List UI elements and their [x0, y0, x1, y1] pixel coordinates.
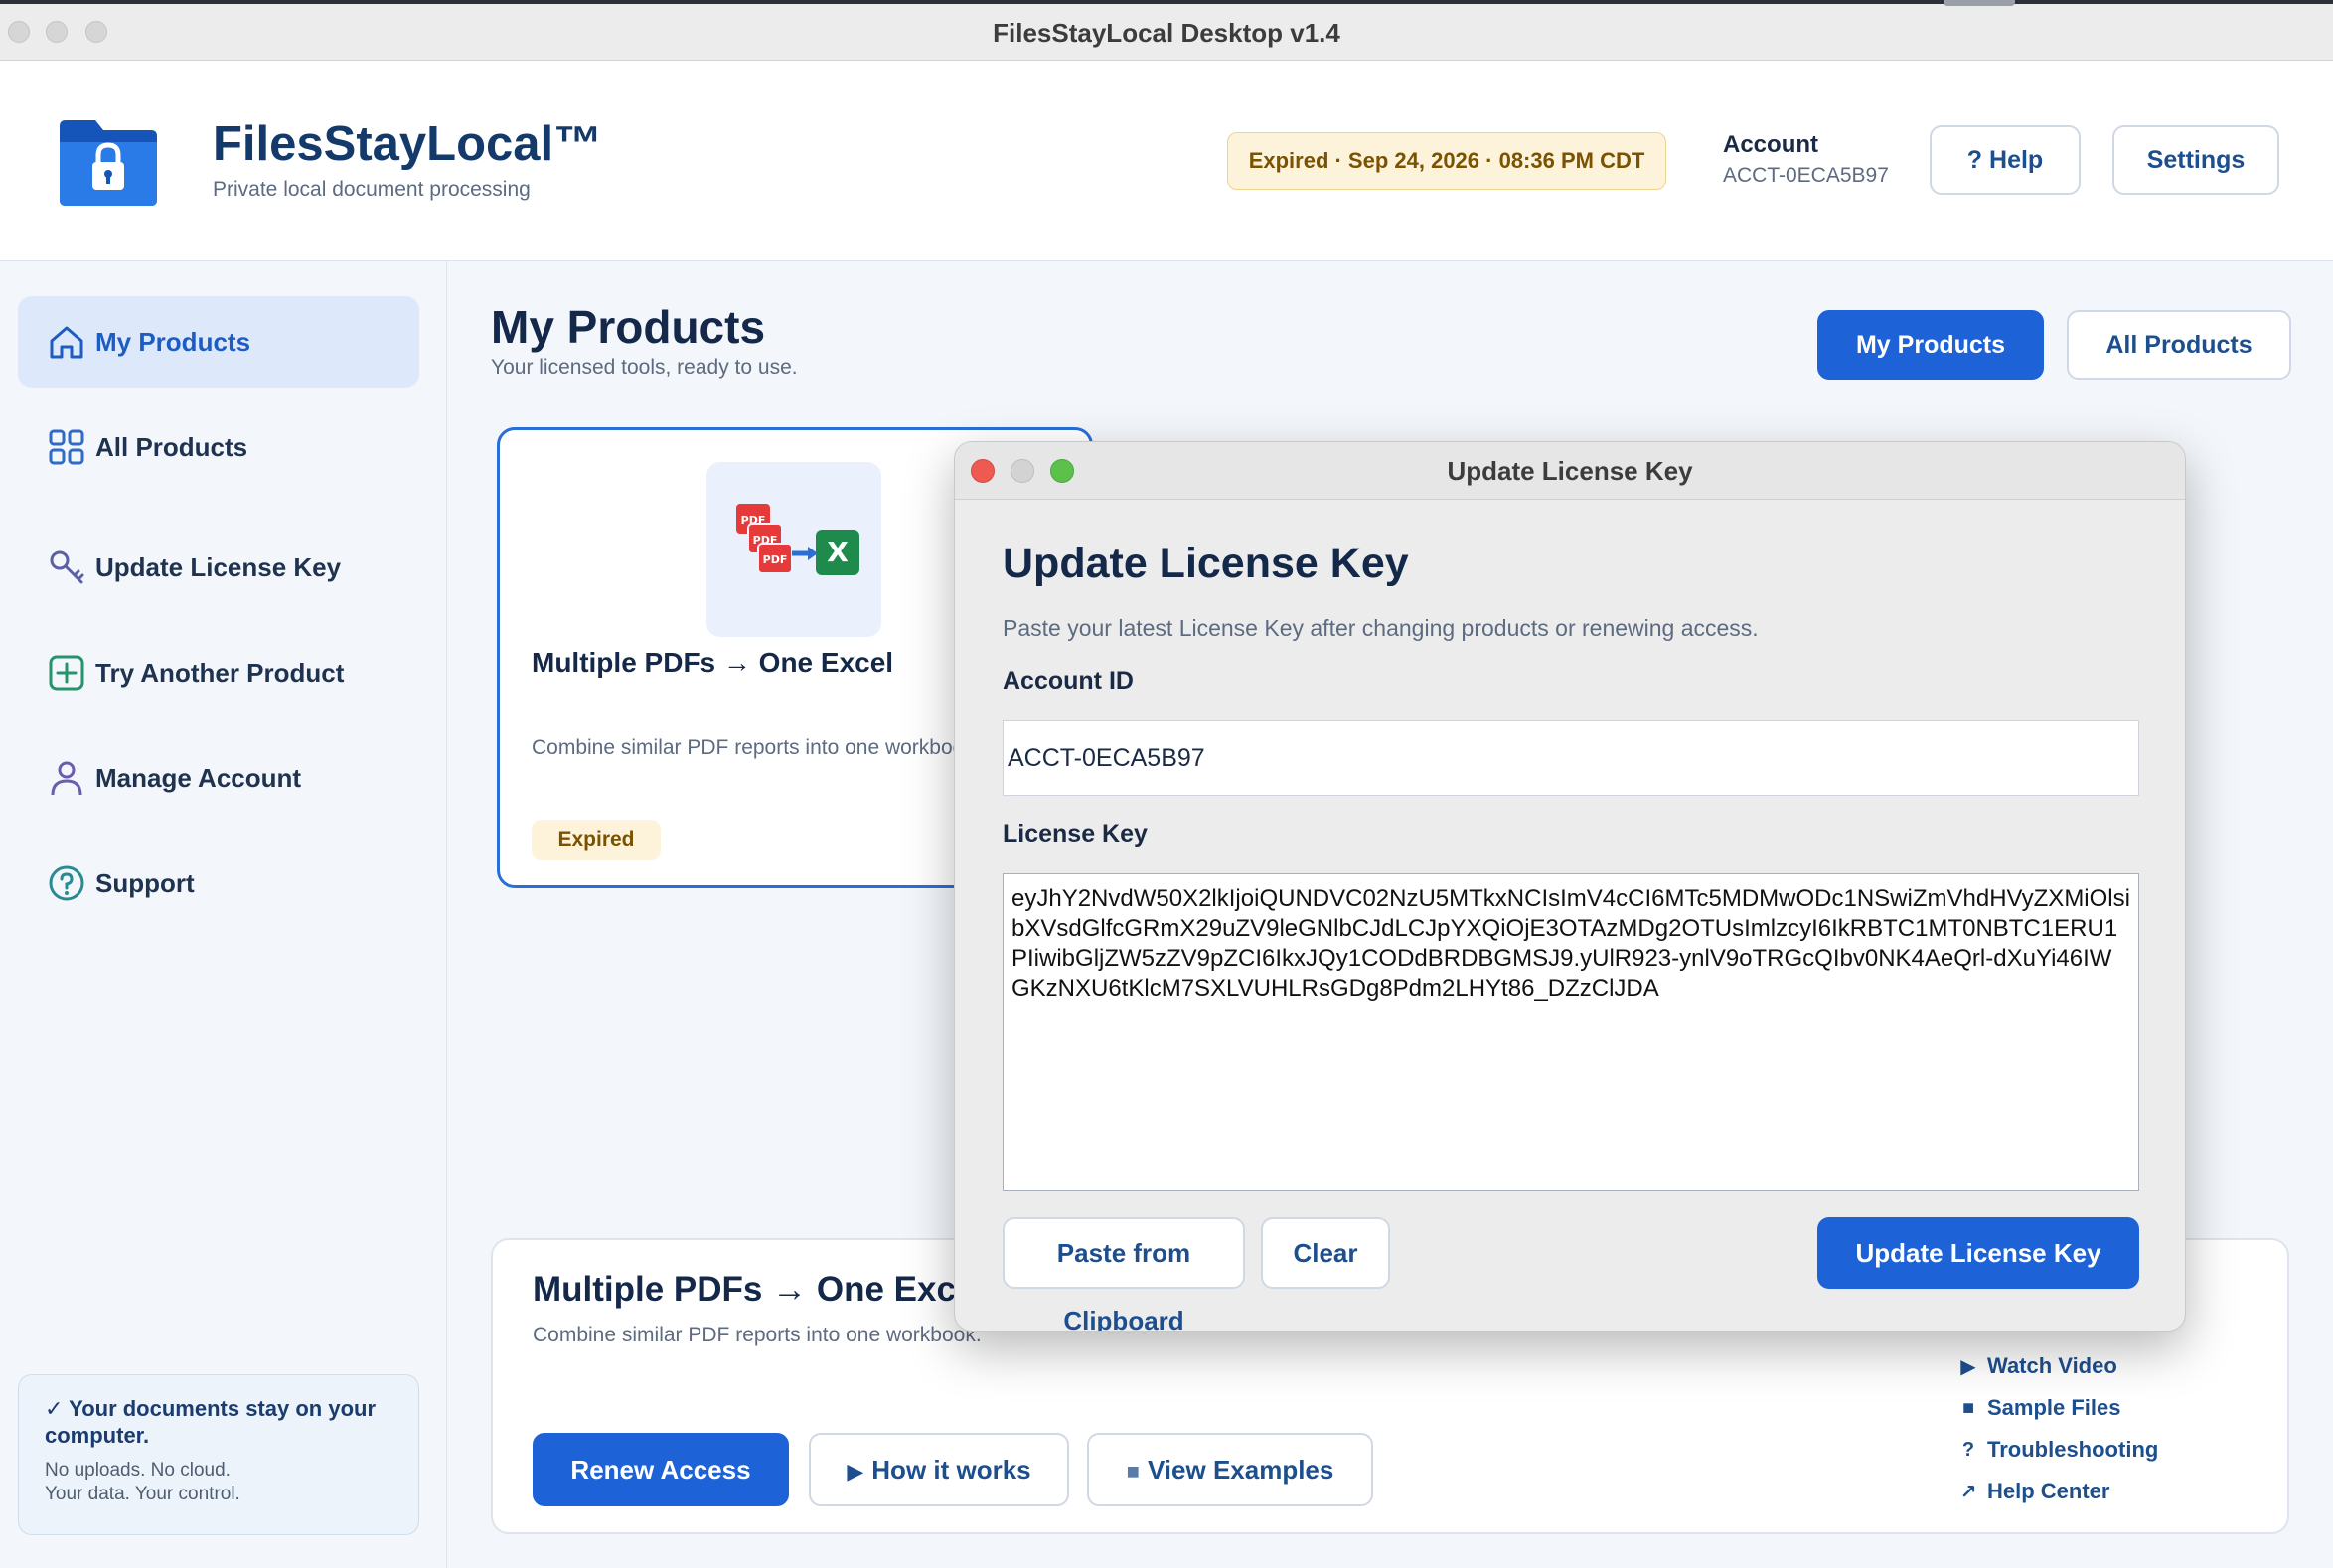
privacy-note: ✓ Your documents stay on your computer. …: [18, 1374, 419, 1535]
grid-icon: [49, 429, 84, 465]
sample-files-link[interactable]: ■ Sample Files: [1953, 1387, 2158, 1429]
watch-video-link[interactable]: ▶ Watch Video: [1953, 1345, 2158, 1387]
license-status-badge: Expired · Sep 24, 2026 · 08:36 PM CDT: [1227, 132, 1666, 190]
license-key-label: License Key: [1003, 820, 1148, 848]
link-label: Troubleshooting: [1987, 1437, 2159, 1462]
pdf-label: PDF: [763, 553, 788, 566]
dialog-titlebar: Update License Key: [955, 442, 2185, 500]
pdf-to-excel-icon: PDF PDF PDF X: [736, 504, 859, 575]
sidebar-item-manage-account[interactable]: Manage Account: [18, 732, 419, 824]
my-products-toggle[interactable]: My Products: [1817, 310, 2044, 380]
home-icon: [50, 326, 83, 359]
detail-description: Combine similar PDF reports into one wor…: [533, 1324, 982, 1346]
troubleshooting-link[interactable]: ? Troubleshooting: [1953, 1429, 2158, 1471]
link-label: Help Center: [1987, 1479, 2110, 1503]
resource-links: ▶ Watch Video ■ Sample Files ? Troubleshoot…: [1953, 1345, 2159, 1512]
play-icon: ▶: [1960, 1355, 1976, 1378]
privacy-line-2: Your data. Your control.: [45, 1484, 240, 1504]
dialog-heading: Update License Key: [1003, 540, 1409, 587]
brand-name: FilesStayLocal™: [213, 117, 603, 171]
sidebar-item-support[interactable]: Support: [18, 838, 419, 929]
question-icon: ?: [1961, 1438, 1975, 1461]
paste-from-clipboard-button[interactable]: Paste from Clipboard: [1003, 1217, 1245, 1331]
external-link-icon: ↗: [1959, 1481, 1977, 1503]
how-it-works-button[interactable]: ▶ How it works: [809, 1433, 1069, 1506]
product-thumbnail: PDF PDF PDF X: [706, 462, 881, 637]
product-description: Combine similar PDF reports into one wor…: [532, 736, 981, 759]
window-title: FilesStayLocal Desktop v1.4: [993, 18, 1340, 48]
folder-lock-logo-icon: [60, 120, 157, 206]
excel-label: X: [827, 536, 849, 568]
question-circle-icon: [49, 865, 84, 901]
view-examples-label: View Examples: [1147, 1455, 1334, 1485]
how-it-works-label: How it works: [871, 1455, 1031, 1485]
account-id: ACCT-0ECA5B97: [1723, 164, 1889, 187]
sidebar: My Products All Products Update License …: [0, 261, 447, 1568]
brand-tagline: Private local document processing: [213, 178, 531, 201]
key-icon: [50, 550, 84, 584]
help-button[interactable]: ? Help: [1930, 125, 2081, 195]
help-center-link[interactable]: ↗ Help Center: [1953, 1471, 2158, 1512]
sidebar-item-label: Support: [95, 867, 195, 898]
titlebar-notch: [1944, 0, 2015, 6]
update-license-key-button[interactable]: Update License Key: [1817, 1217, 2139, 1289]
sidebar-item-all-products[interactable]: All Products: [18, 401, 419, 493]
account-id-label: Account ID: [1003, 667, 1134, 695]
sidebar-item-label: Try Another Product: [95, 657, 345, 688]
renew-access-button[interactable]: Renew Access: [533, 1433, 789, 1506]
app-header: FilesStayLocal™ Private local document p…: [0, 61, 2333, 261]
update-license-dialog: Update License Key Update License Key Pa…: [954, 441, 2186, 1332]
privacy-line-1: No uploads. No cloud.: [45, 1460, 231, 1481]
play-icon: ▶: [847, 1459, 864, 1484]
all-products-toggle[interactable]: All Products: [2067, 310, 2291, 380]
sidebar-item-label: Update License Key: [95, 551, 342, 582]
view-examples-button[interactable]: ■ View Examples: [1087, 1433, 1373, 1506]
account-id-field[interactable]: [1003, 720, 2139, 796]
dialog-window-title: Update License Key: [1447, 456, 1693, 486]
dialog-subtitle: Paste your latest License Key after chan…: [1003, 615, 1759, 641]
clear-button[interactable]: Clear: [1261, 1217, 1390, 1289]
settings-button[interactable]: Settings: [2112, 125, 2279, 195]
sidebar-item-label: My Products: [95, 326, 251, 357]
detail-title: Multiple PDFs → One Excel: [533, 1270, 986, 1309]
window-titlebar: FilesStayLocal Desktop v1.4: [0, 0, 2333, 61]
privacy-headline: ✓ Your documents stay on your computer.: [45, 1396, 377, 1448]
user-icon: [51, 761, 82, 796]
sidebar-item-label: All Products: [95, 431, 248, 462]
link-label: Sample Files: [1987, 1395, 2121, 1420]
sidebar-item-my-products[interactable]: My Products: [18, 296, 419, 388]
sidebar-item-label: Manage Account: [95, 762, 302, 793]
license-key-field[interactable]: eyJhY2NvdW50X2lkIjoiQUNDVC02NzU5MTkxNCIs…: [1003, 873, 2139, 1191]
sidebar-item-try-another-product[interactable]: Try Another Product: [18, 627, 419, 718]
plus-square-icon: [49, 655, 84, 691]
link-label: Watch Video: [1987, 1353, 2117, 1378]
page-subtitle: Your licensed tools, ready to use.: [491, 356, 798, 379]
file-icon: ■: [1961, 1396, 1975, 1419]
sidebar-item-update-license-key[interactable]: Update License Key: [18, 522, 419, 613]
page-title: My Products: [491, 301, 766, 353]
image-icon: ■: [1126, 1459, 1140, 1484]
account-label: Account: [1723, 131, 1818, 158]
product-name: Multiple PDFs → One Excel: [532, 647, 894, 678]
product-status-badge: Expired: [532, 820, 661, 860]
